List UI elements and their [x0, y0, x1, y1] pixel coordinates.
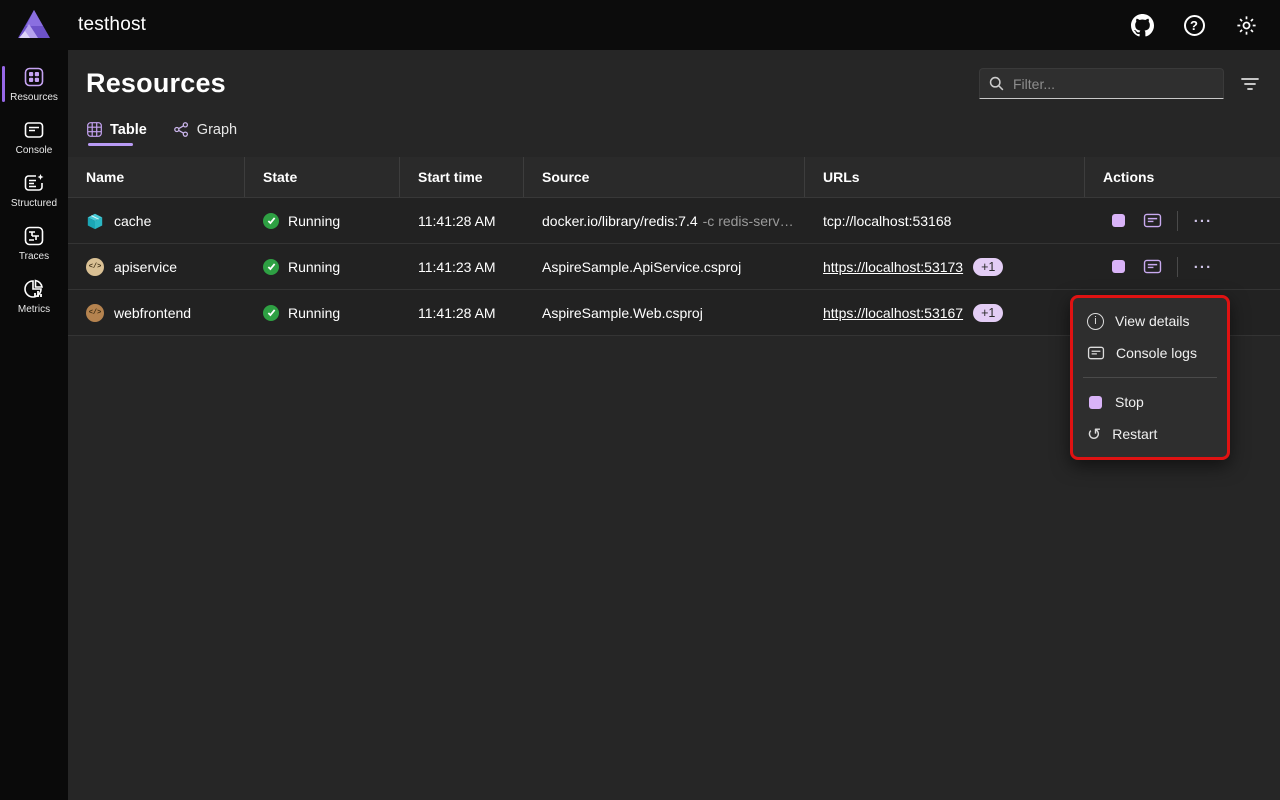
running-check-icon	[263, 259, 279, 275]
sidebar-label: Resources	[10, 92, 58, 103]
url-link[interactable]: https://localhost:53167	[823, 305, 963, 321]
start-time: 11:41:23 AM	[400, 244, 524, 289]
traces-icon	[22, 224, 46, 248]
aspire-logo-icon	[0, 8, 68, 42]
table-row: </> apiservice Running 11:41:23 AM Aspir…	[68, 244, 1280, 290]
console-icon	[22, 118, 46, 142]
sidebar-label: Structured	[11, 198, 57, 209]
app-title: testhost	[78, 14, 146, 36]
col-header-name: Name	[68, 157, 245, 197]
structured-logs-icon	[22, 171, 46, 195]
menu-divider	[1083, 377, 1217, 378]
stop-button[interactable]	[1103, 253, 1133, 281]
more-urls-badge[interactable]: +1	[973, 258, 1003, 276]
metrics-icon	[22, 277, 46, 301]
menu-item-label: Restart	[1112, 426, 1157, 442]
resource-name: apiservice	[114, 259, 177, 275]
stop-button[interactable]	[1103, 207, 1133, 235]
graph-nodes-icon	[173, 121, 190, 138]
menu-item-label: Stop	[1115, 394, 1144, 410]
menu-item-label: View details	[1115, 313, 1189, 329]
resource-name: webfrontend	[114, 305, 191, 321]
tab-graph[interactable]: Graph	[173, 121, 237, 146]
col-header-source: Source	[524, 157, 805, 197]
page-title: Resources	[86, 68, 226, 99]
url-text: tcp://localhost:53168	[823, 213, 951, 229]
menu-item-stop[interactable]: Stop	[1077, 386, 1223, 418]
col-header-state: State	[245, 157, 400, 197]
more-urls-badge[interactable]: +1	[973, 304, 1003, 322]
filter-input[interactable]	[1013, 76, 1215, 92]
search-icon	[988, 75, 1005, 92]
source-text: docker.io/library/redis:7.4	[542, 213, 698, 229]
menu-item-label: Console logs	[1116, 345, 1197, 361]
source-args: -c redis-serv…	[703, 213, 794, 229]
sidebar-item-console[interactable]: Console	[0, 111, 68, 163]
resource-name: cache	[114, 213, 151, 229]
source-text: AspireSample.ApiService.csproj	[542, 259, 741, 275]
sidebar: Resources Console Structured Traces	[0, 50, 68, 800]
actions-context-menu: i View details Console logs Stop ↺ Resta…	[1070, 295, 1230, 460]
project-code-icon: </>	[86, 258, 104, 276]
running-check-icon	[263, 213, 279, 229]
start-time: 11:41:28 AM	[400, 198, 524, 243]
github-icon[interactable]	[1130, 13, 1154, 37]
sidebar-item-structured[interactable]: Structured	[0, 164, 68, 216]
sidebar-item-resources[interactable]: Resources	[0, 58, 68, 110]
table-header-row: Name State Start time Source URLs Action…	[68, 157, 1280, 198]
stop-square-icon	[1089, 396, 1102, 409]
table-grid-icon	[86, 121, 103, 138]
console-logs-button[interactable]	[1137, 253, 1167, 281]
settings-gear-icon[interactable]	[1234, 13, 1258, 37]
filter-box	[979, 68, 1224, 99]
container-cube-icon	[86, 212, 104, 230]
col-header-actions: Actions	[1085, 157, 1280, 197]
help-icon[interactable]: ?	[1182, 13, 1206, 37]
resources-grid-icon	[22, 65, 46, 89]
tab-table[interactable]: Table	[86, 121, 147, 146]
sidebar-label: Traces	[19, 251, 49, 262]
state-text: Running	[288, 259, 340, 275]
col-header-urls: URLs	[805, 157, 1085, 197]
sidebar-item-traces[interactable]: Traces	[0, 217, 68, 269]
sidebar-item-metrics[interactable]: Metrics	[0, 270, 68, 322]
console-logs-button[interactable]	[1137, 207, 1167, 235]
menu-item-restart[interactable]: ↺ Restart	[1077, 418, 1223, 450]
running-check-icon	[263, 305, 279, 321]
sidebar-label: Console	[16, 145, 53, 156]
top-bar: testhost ?	[0, 0, 1280, 50]
start-time: 11:41:28 AM	[400, 290, 524, 335]
more-actions-button[interactable]: ...	[1188, 207, 1218, 235]
view-tabs: Table Graph	[68, 99, 1280, 146]
menu-item-console-logs[interactable]: Console logs	[1077, 337, 1223, 369]
state-text: Running	[288, 305, 340, 321]
sidebar-label: Metrics	[18, 304, 50, 315]
console-logs-icon	[1087, 346, 1105, 360]
tab-label: Table	[110, 122, 147, 138]
project-code-icon: </>	[86, 304, 104, 322]
tab-label: Graph	[197, 122, 237, 138]
filter-options-icon[interactable]	[1238, 72, 1262, 96]
url-link[interactable]: https://localhost:53173	[823, 259, 963, 275]
restart-icon: ↺	[1087, 426, 1101, 443]
table-row: cache Running 11:41:28 AM docker.io/libr…	[68, 198, 1280, 244]
col-header-start-time: Start time	[400, 157, 524, 197]
state-text: Running	[288, 213, 340, 229]
source-text: AspireSample.Web.csproj	[542, 305, 703, 321]
menu-item-view-details[interactable]: i View details	[1077, 305, 1223, 337]
info-icon: i	[1087, 313, 1104, 330]
more-actions-button[interactable]: ...	[1188, 253, 1218, 281]
